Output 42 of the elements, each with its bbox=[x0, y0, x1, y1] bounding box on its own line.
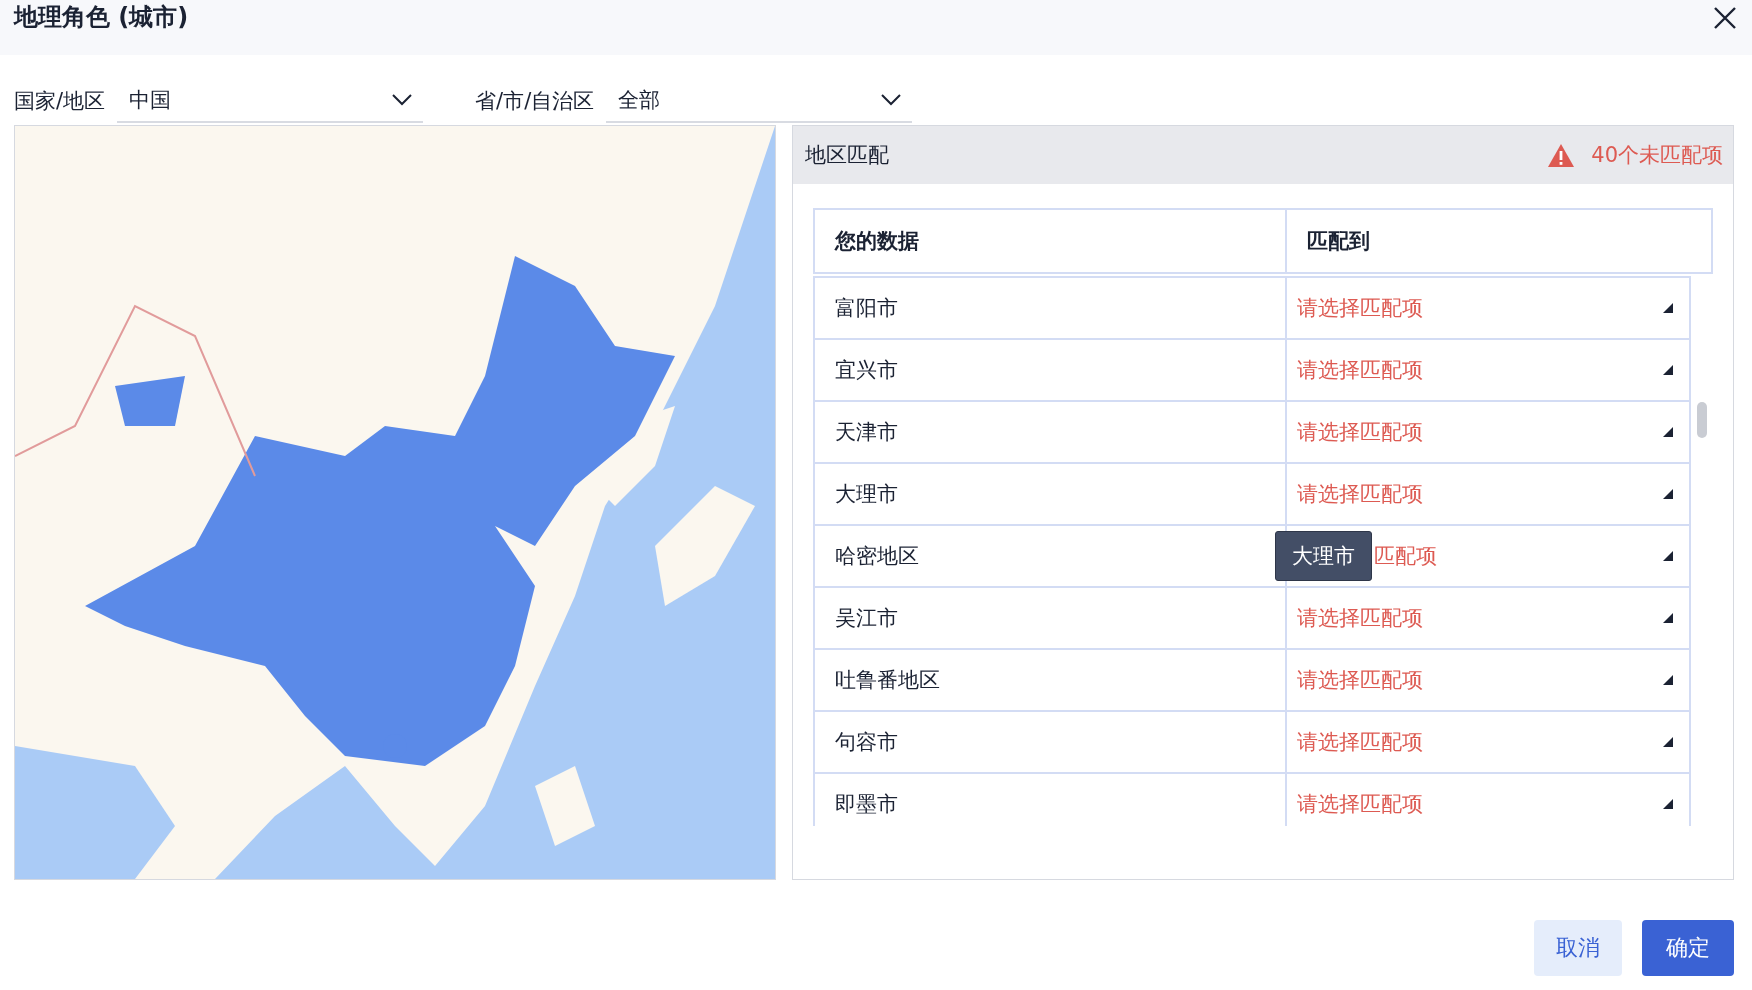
table-cell-text: 哈密地区 bbox=[834, 543, 920, 570]
scrollbar-thumb[interactable] bbox=[1697, 402, 1707, 438]
table-cell-text: 天津市 bbox=[834, 419, 899, 446]
column-header: 您的数据 bbox=[833, 228, 920, 255]
chevron-down-icon bbox=[391, 93, 414, 107]
match-dropdown[interactable]: 请选择匹配项 bbox=[1285, 464, 1689, 524]
caret-icon bbox=[1663, 427, 1673, 437]
match-dropdown[interactable]: 请选择匹配项 bbox=[1285, 588, 1689, 648]
match-dropdown[interactable]: 请选择匹配项 bbox=[1285, 340, 1689, 400]
match-dropdown[interactable]: 请选择匹配项 bbox=[1285, 402, 1689, 462]
table-cell-text: 宜兴市 bbox=[834, 357, 899, 384]
caret-icon bbox=[1663, 303, 1673, 313]
warning-icon bbox=[1547, 142, 1576, 168]
caret-icon bbox=[1663, 365, 1673, 375]
caret-icon bbox=[1663, 551, 1673, 561]
match-dropdown[interactable]: 请选择匹配项 bbox=[1285, 278, 1689, 338]
dialog-title: 地理角色 (城市) bbox=[14, 1, 189, 33]
confirm-button[interactable]: 确定 bbox=[1642, 920, 1734, 976]
column-header: 匹配到 bbox=[1285, 210, 1711, 272]
match-dropdown[interactable]: 大理市 匹配项 bbox=[1285, 526, 1689, 586]
match-dropdown[interactable]: 请选择匹配项 bbox=[1285, 712, 1689, 772]
filter-label: 国家/地区 bbox=[14, 88, 106, 115]
filter-label: 省/市/自治区 bbox=[475, 88, 595, 115]
chevron-down-icon bbox=[880, 93, 903, 107]
caret-icon bbox=[1663, 489, 1673, 499]
unmatched-count: 40个未匹配项 bbox=[1591, 142, 1723, 169]
table-cell-text: 大理市 bbox=[834, 481, 899, 508]
caret-icon bbox=[1663, 613, 1673, 623]
panel-title: 地区匹配 bbox=[805, 142, 889, 169]
caret-icon bbox=[1663, 737, 1673, 747]
caret-icon bbox=[1663, 675, 1673, 685]
table-cell-text: 富阳市 bbox=[834, 295, 899, 322]
table-cell-text: 吐鲁番地区 bbox=[834, 667, 941, 694]
match-dropdown[interactable]: 请选择匹配项 bbox=[1285, 774, 1689, 826]
cancel-button[interactable]: 取消 bbox=[1534, 920, 1622, 976]
table-cell-text: 即墨市 bbox=[834, 791, 899, 818]
table-cell-text: 句容市 bbox=[834, 729, 899, 756]
caret-icon bbox=[1663, 799, 1673, 809]
tooltip: 大理市 bbox=[1275, 531, 1372, 581]
match-dropdown[interactable]: 请选择匹配项 bbox=[1285, 650, 1689, 710]
table-cell-text: 吴江市 bbox=[834, 605, 899, 632]
close-icon[interactable] bbox=[1712, 4, 1738, 31]
